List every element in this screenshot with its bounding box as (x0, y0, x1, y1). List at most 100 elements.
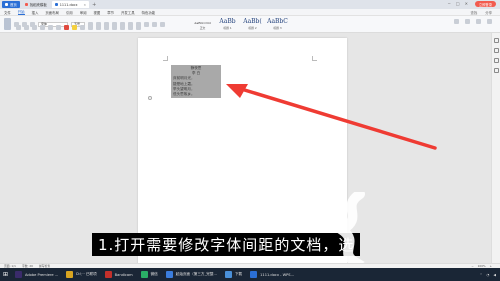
menu-features[interactable]: 特色功能 (142, 10, 156, 15)
text-tools-icon[interactable] (465, 19, 470, 24)
tab-template-label: 找稻壳模板 (29, 3, 47, 7)
network-icon[interactable]: ◔ (486, 273, 489, 277)
menu-references[interactable]: 引用 (66, 10, 73, 15)
word-doc-icon (54, 3, 58, 6)
style-sample: AaBbC (267, 18, 288, 25)
style-normal[interactable]: AaBbCcDd 正文 (192, 18, 213, 30)
start-menu-icon[interactable]: ⊞ (0, 268, 11, 281)
menu-developer[interactable]: 开发工具 (121, 10, 135, 15)
style-sample: AaBbCcDd (194, 21, 211, 25)
tab-document[interactable]: 1111.docx ✕ (51, 1, 90, 8)
taskbar-label: Adobe Premiere ... (25, 272, 59, 277)
taskbar-item-browser[interactable]: 起始页面（第三方_完整... (162, 268, 221, 281)
menu-bar: 文件 开始 插入 页面布局 引用 审阅 视图 章节 开发工具 特色功能 查找 分… (0, 9, 500, 16)
premiere-icon (15, 271, 22, 278)
browser-icon (165, 271, 173, 278)
menu-view[interactable]: 视图 (93, 10, 100, 15)
paragraph-marker-icon (148, 96, 152, 100)
poem-line: 低头思故乡。 (173, 92, 195, 97)
menu-review[interactable]: 审阅 (80, 10, 87, 15)
italic-icon[interactable] (24, 25, 29, 30)
menu-home[interactable]: 开始 (17, 9, 25, 15)
wps-logo-icon (5, 3, 8, 6)
style-label: 正文 (199, 26, 206, 30)
tray-arrow-icon[interactable]: ⌃ (480, 273, 483, 277)
margin-corner-top-left (163, 56, 168, 61)
ribbon-toolbar: 宋体 五号 AaBbCcDd 正文 AaBb 标题 1 AaBb(标题 2 A… (0, 16, 500, 33)
bandicam-icon (104, 271, 112, 278)
select-icon[interactable] (487, 19, 492, 24)
wechat-icon (140, 271, 148, 278)
align-right-icon[interactable] (104, 25, 109, 30)
menu-insert[interactable]: 插入 (32, 10, 39, 15)
side-select-icon[interactable] (493, 48, 499, 53)
system-tray: ⌃ ◔ ◀ (480, 268, 496, 281)
taskbar-label: 起始页面（第三方_完整... (175, 272, 217, 276)
menu-file[interactable]: 文件 (4, 10, 11, 15)
menu-layout[interactable]: 页面布局 (45, 10, 59, 15)
taskbar-item-wps[interactable]: 1111.docx - WPS... (246, 268, 298, 281)
menu-section[interactable]: 章节 (107, 10, 114, 15)
line-spacing-icon[interactable] (160, 21, 165, 27)
bold-icon[interactable] (16, 25, 21, 30)
superscript-icon[interactable] (48, 25, 53, 30)
tab-template[interactable]: 找稻壳模板 (22, 1, 50, 8)
share-command[interactable]: 分享 (485, 10, 492, 15)
taskbar-item-downloads[interactable]: 下载 (221, 268, 246, 281)
font-color-icon[interactable] (64, 25, 69, 30)
align-left-icon[interactable] (88, 25, 93, 30)
side-style-icon[interactable] (493, 38, 499, 43)
style-sample: AaBb( (243, 18, 262, 25)
volume-icon[interactable]: ◀ (493, 273, 496, 277)
side-edit-icon[interactable] (493, 58, 499, 63)
new-tab-icon[interactable]: + (92, 2, 96, 8)
style-heading-1[interactable]: AaBb 标题 1 (217, 18, 238, 30)
side-settings-icon[interactable] (493, 68, 499, 73)
right-side-panel (491, 33, 500, 263)
borders-icon[interactable] (136, 25, 141, 30)
minimize-icon[interactable]: − (448, 1, 451, 6)
title-tab-bar: 首页 找稻壳模板 1111.docx ✕ + − □ ✕ 立即登录 (0, 0, 500, 9)
underline-icon[interactable] (32, 25, 37, 30)
tab-home-label: 首页 (10, 3, 17, 7)
style-heading-3[interactable]: AaBbC 标题 3 (267, 18, 288, 30)
close-window-icon[interactable]: ✕ (465, 1, 468, 6)
sort-icon[interactable] (144, 21, 149, 27)
menu-right: 查找 分享 (470, 10, 492, 15)
login-button[interactable]: 立即登录 (474, 1, 496, 7)
margin-corner-top-right (312, 56, 317, 61)
style-label: 标题 3 (273, 26, 282, 30)
taskbar-label: Bandicam (114, 272, 133, 277)
style-gallery: AaBbCcDd 正文 AaBb 标题 1 AaBb( 标题 2 AaBbC 标… (192, 18, 288, 30)
style-sample: AaBb (219, 18, 236, 25)
char-border-icon[interactable] (80, 25, 85, 30)
close-tab-icon[interactable]: ✕ (84, 3, 87, 7)
tab-home[interactable]: 首页 (2, 1, 20, 8)
taskbar-label: 微信 (150, 272, 158, 276)
justify-icon[interactable] (112, 25, 117, 30)
subscript-icon[interactable] (56, 25, 61, 30)
align-center-icon[interactable] (96, 25, 101, 30)
distribute-icon[interactable] (120, 25, 125, 30)
find-replace-icon[interactable] (476, 19, 481, 24)
taskbar-item-wechat[interactable]: 微信 (137, 268, 162, 281)
taskbar-item-premiere[interactable]: Adobe Premiere ... (11, 268, 62, 281)
style-heading-2[interactable]: AaBb( 标题 2 (242, 18, 263, 30)
toolbar-row-2 (16, 25, 141, 30)
search-command[interactable]: 查找 (470, 10, 477, 15)
paste-icon[interactable] (4, 18, 11, 30)
taskbar-label: 1111.docx - WPS... (260, 272, 295, 277)
taskbar-item-bandicam[interactable]: Bandicam (101, 268, 137, 281)
show-marks-icon[interactable] (152, 21, 157, 27)
highlight-icon[interactable] (72, 25, 77, 30)
shading-icon[interactable] (128, 25, 133, 30)
taskbar-item-explorer[interactable]: D:\··· 已联项 (62, 268, 101, 281)
maximize-icon[interactable]: □ (456, 1, 460, 6)
new-style-icon[interactable] (454, 19, 459, 24)
wps-icon (250, 271, 258, 278)
strikethrough-icon[interactable] (40, 25, 45, 30)
docer-icon (24, 3, 28, 6)
selected-text-block[interactable]: 静夜思 李 白 床前明月光， 疑是地上霜。 举头望明月， 低头思故乡。 (171, 65, 221, 99)
taskbar-label: D:\··· 已联项 (76, 272, 97, 276)
taskbar-label: 下载 (234, 272, 243, 276)
